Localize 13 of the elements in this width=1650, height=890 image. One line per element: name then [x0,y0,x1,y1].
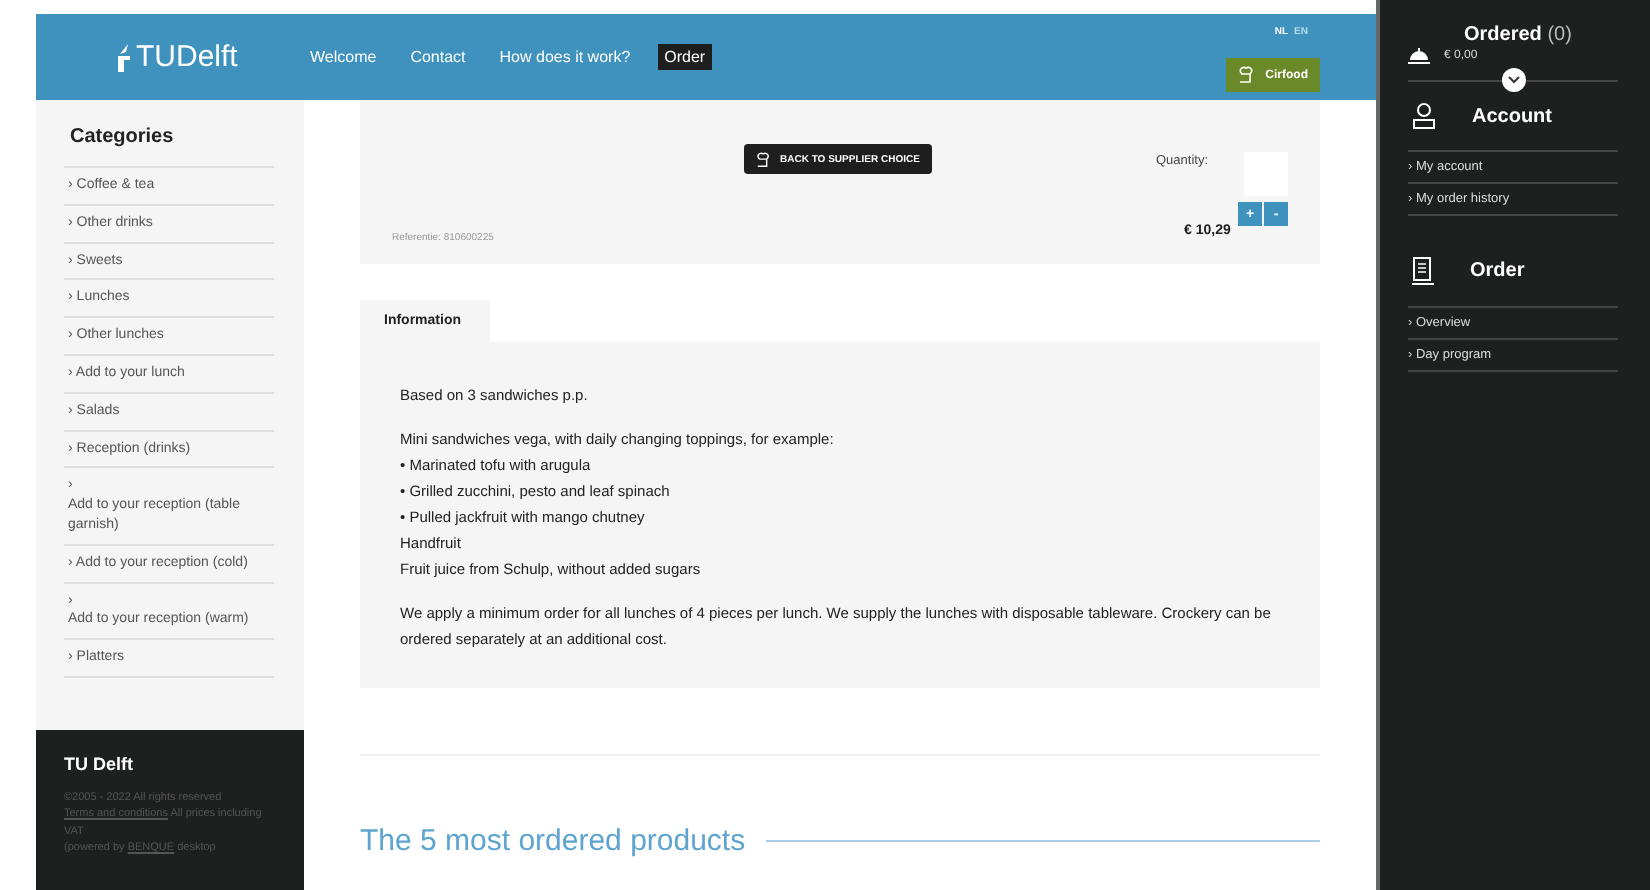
footer-title: TU Delft [64,754,135,774]
chef-icon [1237,66,1256,84]
document-icon [1412,256,1434,286]
expand-icon[interactable] [1501,68,1525,92]
chef-icon [756,151,772,167]
cart-title: Ordered (0) [1462,24,1574,46]
cloche-icon [1408,48,1430,64]
nav-link[interactable]: Order [658,44,712,70]
section-title: The 5 most ordered products [360,824,746,858]
account-title: Account [1472,105,1552,127]
user-icon [1412,102,1436,130]
order-title: Order [1470,260,1525,282]
sidebar-title: Categories [64,120,274,168]
